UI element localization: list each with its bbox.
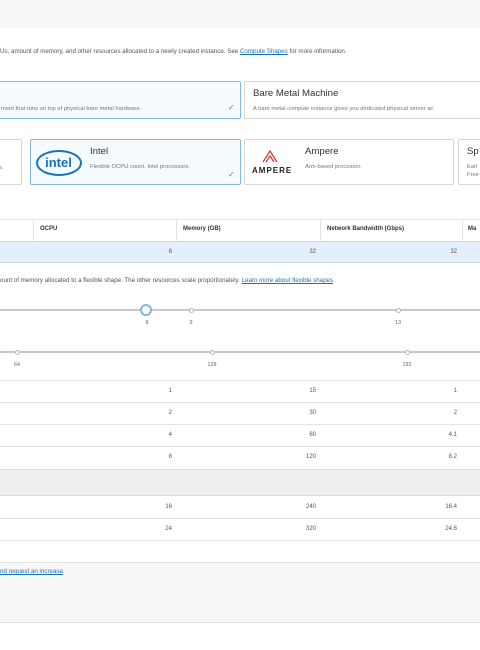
intro-suffix: for more information. (287, 48, 347, 55)
bandwidth-cell: 24.6 (445, 526, 457, 532)
ocpu-slider-track[interactable] (0, 309, 480, 311)
processor-partial-desc: s. (0, 165, 4, 171)
spark-title: Sp (467, 146, 479, 157)
intel-desc: Flexible OCPU count. Intel processors. (90, 164, 190, 170)
column-divider (33, 219, 34, 241)
memory-cell: 120 (305, 454, 316, 460)
ocpu-tick-mark (396, 308, 401, 313)
table-group-band (0, 469, 480, 496)
memory-tick-mark (15, 350, 20, 355)
column-header-max: Ma (468, 226, 477, 232)
ocpu-tick-mark (189, 308, 194, 313)
selected-memory-value: 32 (309, 249, 316, 255)
virtual-machine-desc: ment that runs on top of physical bare m… (1, 106, 142, 112)
quota-notice-text: nd request an increase. (0, 568, 65, 575)
ocpu-cell: 16 (165, 504, 172, 510)
spark-desc-line1: Earl (467, 164, 478, 170)
intel-processor-card[interactable]: intel Intel Flexible OCPU count. Intel p… (30, 139, 241, 185)
bare-metal-card[interactable]: Bare Metal Machine A bare metal compute … (244, 81, 480, 119)
memory-tick-label: 192 (402, 362, 412, 368)
top-bar (0, 0, 480, 28)
table-row[interactable]: 1 15 1 (0, 381, 480, 402)
memory-tick-label: 128 (207, 362, 217, 368)
bandwidth-cell: 4.1 (448, 432, 457, 438)
quota-notice-period: . (62, 568, 65, 575)
ampere-logo-text: AMPERE (252, 166, 293, 175)
memory-tick-mark (210, 350, 215, 355)
intel-logo-icon: intel (36, 150, 82, 176)
ocpu-tick-label: 8 (145, 320, 149, 326)
ocpu-tick-label: 13 (395, 320, 401, 326)
memory-cell: 15 (309, 388, 316, 394)
column-divider (462, 219, 463, 241)
table-row[interactable]: 24 320 24.6 (0, 519, 480, 540)
virtual-machine-card[interactable]: ment that runs on top of physical bare m… (0, 81, 241, 119)
checkmark-icon: ✓ (228, 170, 235, 179)
bandwidth-cell: 2 (453, 410, 457, 416)
ocpu-cell: 4 (168, 432, 172, 438)
column-header-ocpu: OCPU (40, 226, 58, 232)
intel-logo-text: intel (45, 155, 72, 170)
request-increase-link[interactable]: nd request an increase (0, 568, 63, 575)
flexible-note-text: ount of memory allocated to a flexible s… (0, 277, 242, 284)
checkmark-icon: ✓ (228, 103, 235, 112)
selected-ocpu-value: 8 (168, 249, 172, 255)
memory-cell: 240 (305, 504, 316, 510)
column-header-memory: Memory (GB) (183, 226, 221, 232)
intro-description: Us, amount of memory, and other resource… (0, 48, 240, 55)
ocpu-cell: 2 (168, 410, 172, 416)
intel-title: Intel (90, 146, 109, 157)
spark-desc-line2: Free (467, 172, 479, 178)
bandwidth-cell: 16.4 (445, 504, 457, 510)
table-row[interactable]: 2 30 2 (0, 403, 480, 424)
column-divider (320, 219, 321, 241)
ampere-title: Ampere (305, 146, 339, 157)
ocpu-tick-label: 9 (189, 320, 193, 326)
ampere-processor-card[interactable]: AMPERE Ampere Arm-based processor. (244, 139, 454, 185)
table-row[interactable]: 4 60 4.1 (0, 425, 480, 446)
selected-shape-row[interactable]: 8 32 32 (0, 241, 480, 263)
ocpu-cell: 1 (168, 388, 172, 394)
bandwidth-cell: 1 (453, 388, 457, 394)
ocpu-cell: 24 (165, 526, 172, 532)
bandwidth-cell: 8.2 (448, 454, 457, 460)
processor-card-partial[interactable]: s. (0, 139, 22, 185)
memory-tick-mark (405, 350, 410, 355)
ampere-logo-icon (262, 150, 278, 163)
ampere-desc: Arm-based processor. (305, 164, 362, 170)
row-divider (0, 540, 480, 541)
table-row[interactable]: 8 120 8.2 (0, 447, 480, 468)
section-divider (0, 622, 480, 623)
memory-tick-label: 64 (14, 362, 20, 368)
table-border-top (0, 219, 480, 220)
learn-more-flexible-shapes-link[interactable]: Learn more about flexible shapes (242, 277, 334, 284)
table-row[interactable]: 16 240 16.4 (0, 497, 480, 518)
spark-processor-card[interactable]: Sp Earl Free (458, 139, 480, 185)
intro-text: Us, amount of memory, and other resource… (0, 48, 347, 55)
ocpu-slider-handle[interactable] (140, 304, 152, 316)
quota-notice-panel: nd request an increase. (0, 562, 480, 622)
compute-shapes-link[interactable]: Compute Shapes (240, 48, 288, 55)
flexible-shape-note: ount of memory allocated to a flexible s… (0, 277, 333, 284)
bare-metal-desc: A bare metal compute instance gives you … (253, 106, 434, 112)
column-header-network-bandwidth: Network Bandwidth (Gbps) (327, 226, 404, 232)
memory-cell: 320 (305, 526, 316, 532)
selected-bandwidth-value: 32 (450, 249, 457, 255)
ocpu-cell: 8 (168, 454, 172, 460)
memory-cell: 60 (309, 432, 316, 438)
memory-cell: 30 (309, 410, 316, 416)
bare-metal-title: Bare Metal Machine (253, 88, 339, 99)
column-divider (176, 219, 177, 241)
